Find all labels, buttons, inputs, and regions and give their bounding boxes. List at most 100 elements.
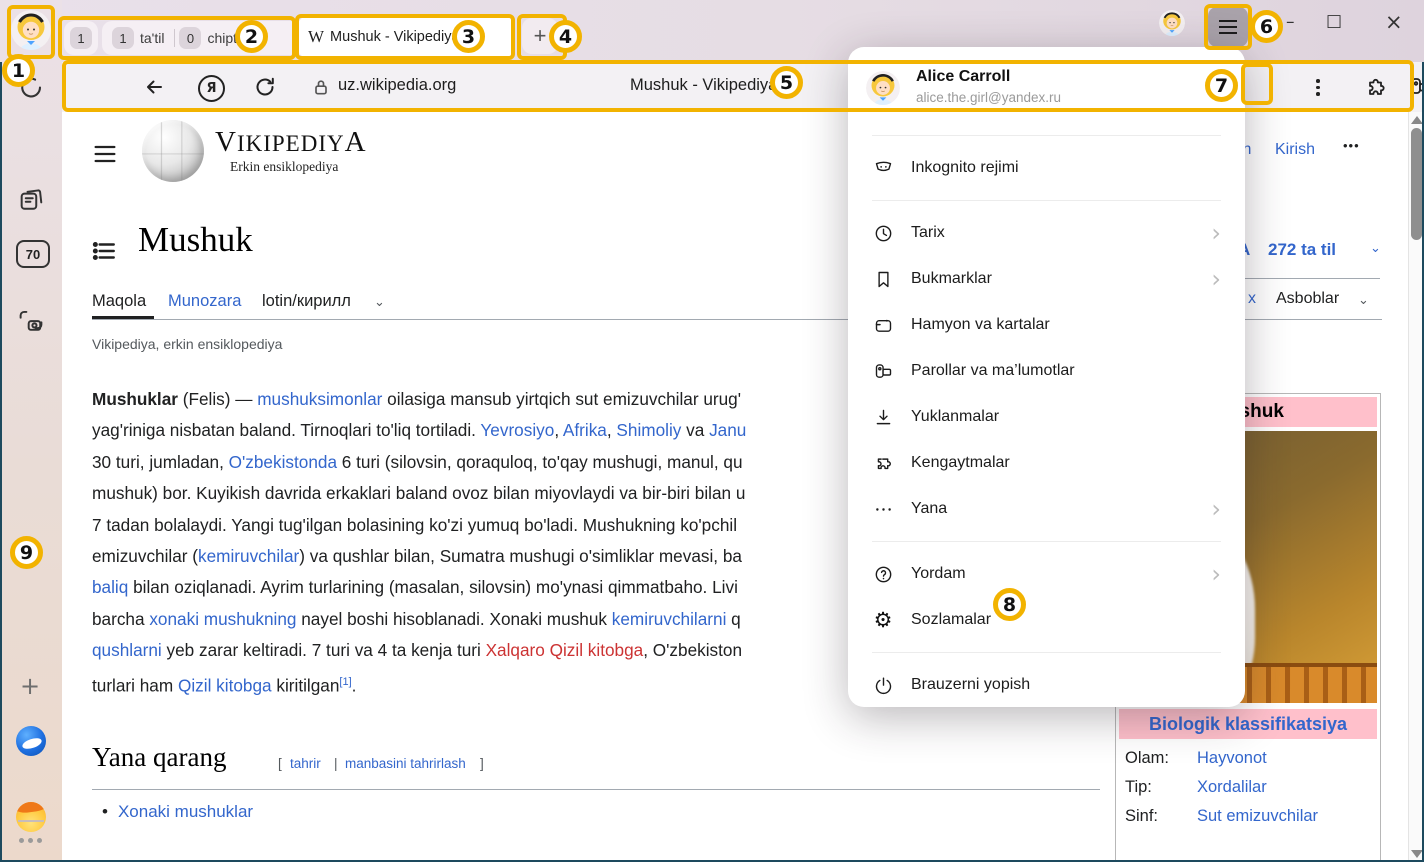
text: bilan oziqlanadi. Ayrim turlarining (mas… [128, 577, 738, 597]
taxonomy-value-link[interactable]: Xordalilar [1197, 778, 1267, 797]
notes-icon[interactable] [17, 186, 45, 214]
wiki-hamburger-icon[interactable] [90, 140, 120, 168]
menu-divider [872, 541, 1221, 542]
taxonomy-value-link[interactable]: Sut emizuvchilar [1197, 807, 1318, 826]
text: 6 turi (silovsin, qoraquloq, to'qay mush… [337, 452, 743, 472]
wiki-tagline-logo: Erkin ensiklopediya [230, 159, 338, 175]
edit-bracket-open: [ [278, 756, 282, 771]
screenshot-icon[interactable] [16, 306, 46, 334]
reference-link[interactable]: [1] [339, 676, 351, 688]
languages-button[interactable]: 272 ta til [1268, 240, 1336, 260]
menu-item-help[interactable]: Yordam› [848, 551, 1245, 597]
wiki-link[interactable]: kemiruvchilar [198, 546, 299, 566]
wiki-wordmark[interactable]: VIKIPEDIYA [215, 126, 367, 159]
wiki-login-link[interactable]: Kirish [1275, 141, 1315, 159]
tools-chevron-icon[interactable]: ⌄ [1358, 292, 1369, 308]
chevron-right-icon: › [1211, 562, 1221, 586]
annotation-7: 7 [1205, 69, 1238, 102]
tools-fragment: x [1248, 290, 1256, 308]
wiki-link[interactable]: baliq [92, 577, 128, 597]
menu-item-power[interactable]: Brauzerni yopish [848, 662, 1245, 708]
yandex-mail-app-icon[interactable] [16, 802, 46, 832]
sidebar: 70 + [0, 0, 62, 862]
annotation-9: 9 [10, 536, 43, 569]
menu-item-more[interactable]: Yana› [848, 486, 1245, 532]
menu-item-label: Yuklanmalar [911, 408, 1221, 426]
menu-item-download[interactable]: Yuklanmalar [848, 394, 1245, 440]
see-also-heading: Yana qarang [92, 742, 226, 773]
menu-item-incognito[interactable]: Inkognito rejimi [848, 145, 1245, 191]
menu-item-label: Yordam [911, 565, 1211, 583]
sidebar-divider [18, 820, 44, 822]
tab-counter-button[interactable]: 70 [16, 240, 50, 268]
menu-item-wallet[interactable]: Hamyon va kartalar [848, 302, 1245, 348]
chevron-right-icon: › [1211, 267, 1221, 291]
annotation-1: 1 [2, 54, 35, 87]
more-icon [872, 498, 894, 520]
menu-item-label: Tarix [911, 224, 1211, 242]
menu-item-extensions[interactable]: Kengaytmalar [848, 440, 1245, 486]
edit-bracket-close: ] [480, 756, 484, 771]
wiki-link[interactable]: kemiruvchilarni [612, 609, 727, 629]
menu-item-history[interactable]: Tarix› [848, 210, 1245, 256]
wiki-more-icon[interactable]: ••• [1343, 138, 1360, 153]
wiki-link[interactable]: Afrika [563, 420, 607, 440]
wallet-icon [872, 314, 894, 336]
maximize-button[interactable]: □ [1326, 11, 1342, 31]
text: , [607, 420, 617, 440]
incognito-icon [872, 157, 894, 179]
languages-chevron-icon[interactable]: ⌄ [1370, 240, 1381, 256]
minimize-button[interactable]: – [1286, 12, 1295, 32]
wiki-link[interactable]: qushlarni [92, 640, 162, 660]
wiki-link[interactable]: xonaki mushukning [149, 609, 296, 629]
annotation-2: 2 [235, 20, 268, 53]
tab-lotin-kirill[interactable]: lotin/кирилл [262, 292, 351, 311]
passwords-icon [872, 360, 894, 382]
wikipedia-globe-logo[interactable] [142, 120, 204, 182]
add-panel-button[interactable]: + [20, 672, 40, 700]
annotation-6: 6 [1250, 10, 1283, 43]
annotation-4: 4 [549, 20, 582, 53]
annotation-box-1 [7, 5, 55, 59]
text: nayel boshi hisoblanadi. Xonaki mushuk [296, 609, 611, 629]
menu-item-settings[interactable]: ⚙Sozlamalar [848, 597, 1245, 643]
yandex-browser-app-icon[interactable] [16, 726, 46, 756]
annotation-box-7 [1241, 63, 1273, 105]
wiki-link[interactable]: Shimoliy [616, 420, 681, 440]
toc-icon[interactable] [90, 238, 118, 264]
menu-items: Inkognito rejimiTarix›Bukmarklar›Hamyon … [848, 126, 1245, 708]
wiki-red-link[interactable]: Xalqaro Qizil kitobga [486, 640, 644, 660]
infobox-section-header: Biologik klassifikatsiya [1119, 709, 1377, 739]
text: turlari ham [92, 675, 178, 695]
annotation-8: 8 [993, 588, 1026, 621]
text: kiritilgan [272, 675, 340, 695]
annotation-3: 3 [452, 20, 485, 53]
tab-maqola[interactable]: Maqola [92, 292, 146, 311]
help-icon [872, 563, 894, 585]
see-also-link[interactable]: Xonaki mushuklar [118, 802, 253, 821]
scrollbar-thumb[interactable] [1411, 128, 1422, 240]
wiki-link[interactable]: mushuksimonlar [257, 389, 382, 409]
text: . [352, 675, 357, 695]
close-button[interactable]: × [1385, 10, 1403, 34]
tools-button[interactable]: Asboblar [1276, 290, 1339, 308]
taxonomy-value-link[interactable]: Hayvonot [1197, 749, 1267, 768]
variant-chevron-icon[interactable]: ⌄ [374, 294, 385, 310]
wiki-link[interactable]: Yevrosiyo [480, 420, 554, 440]
wiki-link[interactable]: Janu [709, 420, 746, 440]
annotation-box-6 [1204, 4, 1252, 50]
menu-item-label: Yana [911, 500, 1211, 518]
wiki-link[interactable]: O'zbekistonda [229, 452, 337, 472]
titlebar-avatar[interactable] [1159, 10, 1185, 36]
wiki-link[interactable]: Qizil kitobga [178, 675, 272, 695]
tab-munozara[interactable]: Munozara [168, 292, 241, 311]
sidebar-more-icon[interactable] [19, 838, 42, 843]
text: yag'riniga nisbatan baland. Tirnoqlari t… [92, 420, 480, 440]
edit-source-link[interactable]: manbasini tahrirlash [345, 756, 466, 771]
menu-item-label: Inkognito rejimi [911, 159, 1221, 177]
edit-link[interactable]: tahrir [290, 756, 321, 771]
menu-item-bookmark[interactable]: Bukmarklar› [848, 256, 1245, 302]
menu-item-passwords[interactable]: Parollar va ma’lumotlar [848, 348, 1245, 394]
see-also-item: •Xonaki mushuklar [102, 802, 253, 822]
taxonomy-row: Olam:Hayvonot [1125, 749, 1371, 768]
